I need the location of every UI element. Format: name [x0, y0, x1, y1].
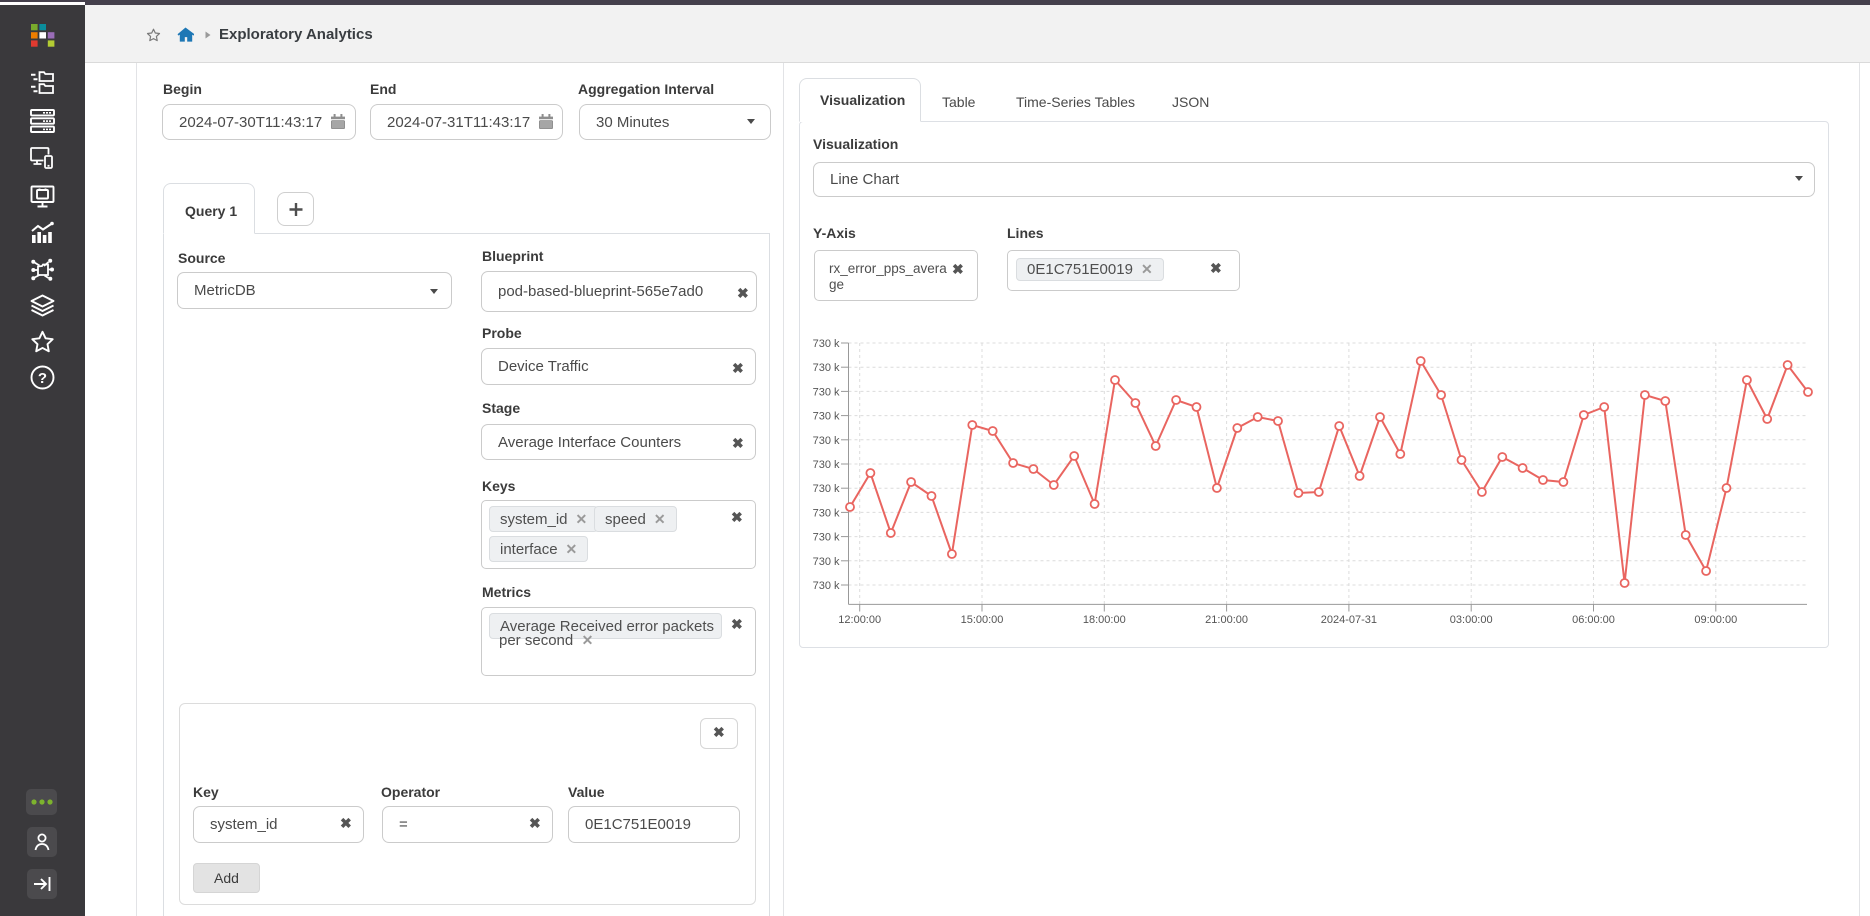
svg-text:730 k: 730 k [813, 435, 840, 447]
svg-text:730 k: 730 k [813, 386, 840, 398]
svg-text:730 k: 730 k [813, 411, 840, 423]
svg-text:03:00:00: 03:00:00 [1450, 614, 1493, 626]
svg-text:730 k: 730 k [813, 459, 840, 471]
svg-text:2024-07-31: 2024-07-31 [1321, 614, 1377, 626]
svg-text:15:00:00: 15:00:00 [961, 614, 1004, 626]
svg-text:12:00:00: 12:00:00 [838, 614, 881, 626]
svg-text:09:00:00: 09:00:00 [1694, 614, 1737, 626]
svg-text:730 k: 730 k [813, 580, 840, 592]
svg-text:21:00:00: 21:00:00 [1205, 614, 1248, 626]
svg-text:18:00:00: 18:00:00 [1083, 614, 1126, 626]
svg-text:730 k: 730 k [813, 532, 840, 544]
svg-text:730 k: 730 k [813, 338, 840, 350]
svg-text:?: ? [38, 370, 47, 387]
svg-text:730 k: 730 k [813, 362, 840, 374]
svg-text:730 k: 730 k [813, 507, 840, 519]
svg-text:730 k: 730 k [813, 556, 840, 568]
svg-text:730 k: 730 k [813, 483, 840, 495]
svg-text:06:00:00: 06:00:00 [1572, 614, 1615, 626]
